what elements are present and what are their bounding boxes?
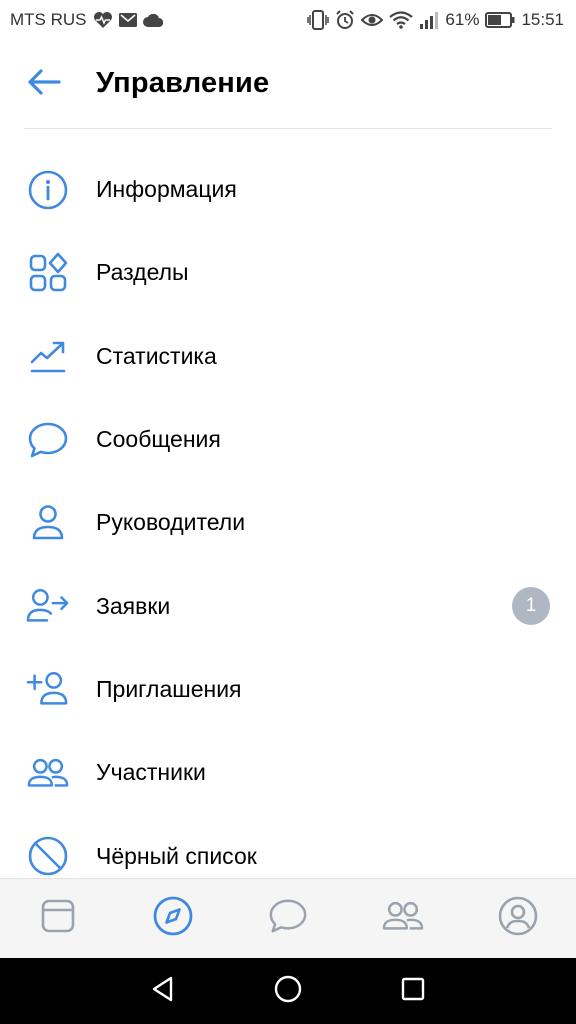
tab-explore[interactable]: [133, 879, 213, 959]
menu-item-label: Руководители: [96, 509, 246, 536]
back-button[interactable]: [24, 66, 64, 102]
menu-item-label: Участники: [96, 759, 206, 786]
nav-home-button[interactable]: [258, 961, 318, 1021]
block-icon: [26, 834, 70, 878]
user-add-icon: [26, 667, 70, 711]
menu-item-members[interactable]: Участники: [0, 731, 576, 814]
heart-rate-icon: [93, 11, 113, 29]
tab-friends[interactable]: [363, 879, 443, 959]
mail-icon: [118, 13, 137, 27]
menu-item-statistics[interactable]: Статистика: [0, 315, 576, 398]
wifi-icon: [389, 11, 414, 29]
menu-item-messages[interactable]: Сообщения: [0, 398, 576, 481]
tab-bar: [0, 878, 576, 958]
status-right: 61% 15:51: [307, 10, 564, 30]
eye-icon: [361, 12, 384, 28]
status-bar: MTS RUS 61% 15:51: [0, 0, 576, 40]
page-title: Управление: [96, 67, 270, 99]
menu-item-invitations[interactable]: Приглашения: [0, 648, 576, 731]
info-icon: [26, 168, 70, 212]
triangle-back-icon: [149, 975, 177, 1008]
chat-icon: [268, 896, 308, 941]
header-divider: [24, 128, 552, 129]
menu-item-information[interactable]: Информация: [0, 148, 576, 231]
menu-item-label: Сообщения: [96, 426, 221, 453]
message-icon: [26, 418, 70, 462]
menu-item-requests[interactable]: Заявки 1: [0, 564, 576, 647]
menu-list: Информация Разделы Статистика Сообщения …: [0, 148, 576, 898]
tab-messages[interactable]: [248, 879, 328, 959]
menu-item-label: Статистика: [96, 342, 217, 369]
cloud-icon: [142, 13, 163, 27]
tab-newsfeed[interactable]: [18, 879, 98, 959]
newsfeed-icon: [39, 897, 77, 940]
users-icon: [26, 751, 70, 795]
profile-icon: [497, 895, 539, 942]
clock: 15:51: [521, 10, 564, 29]
menu-item-label: Чёрный список: [96, 842, 257, 869]
battery-icon: [485, 12, 515, 28]
header: Управление: [0, 40, 576, 128]
circle-home-icon: [273, 974, 303, 1009]
sections-icon: [26, 251, 70, 295]
compass-icon: [152, 895, 194, 942]
user-arrow-icon: [26, 584, 70, 628]
menu-item-managers[interactable]: Руководители: [0, 481, 576, 564]
system-nav-bar: [0, 958, 576, 1024]
friends-icon: [381, 896, 425, 941]
user-icon: [26, 501, 70, 545]
tab-profile[interactable]: [478, 879, 558, 959]
requests-count-badge: 1: [512, 587, 550, 626]
menu-item-sections[interactable]: Разделы: [0, 231, 576, 314]
arrow-left-icon: [27, 68, 61, 101]
menu-item-label: Информация: [96, 176, 237, 203]
status-left: MTS RUS: [10, 10, 163, 30]
menu-item-label: Заявки: [96, 592, 171, 619]
statistics-icon: [26, 334, 70, 378]
carrier-name: MTS RUS: [10, 10, 87, 29]
square-recents-icon: [399, 975, 427, 1008]
signal-icon: [419, 11, 439, 29]
alarm-icon: [335, 10, 355, 30]
battery-percent: 61%: [445, 10, 480, 29]
nav-recents-button[interactable]: [383, 961, 443, 1021]
menu-item-label: Приглашения: [96, 675, 242, 702]
menu-item-label: Разделы: [96, 259, 189, 286]
nav-back-button[interactable]: [133, 961, 193, 1021]
vibrate-icon: [307, 10, 330, 30]
